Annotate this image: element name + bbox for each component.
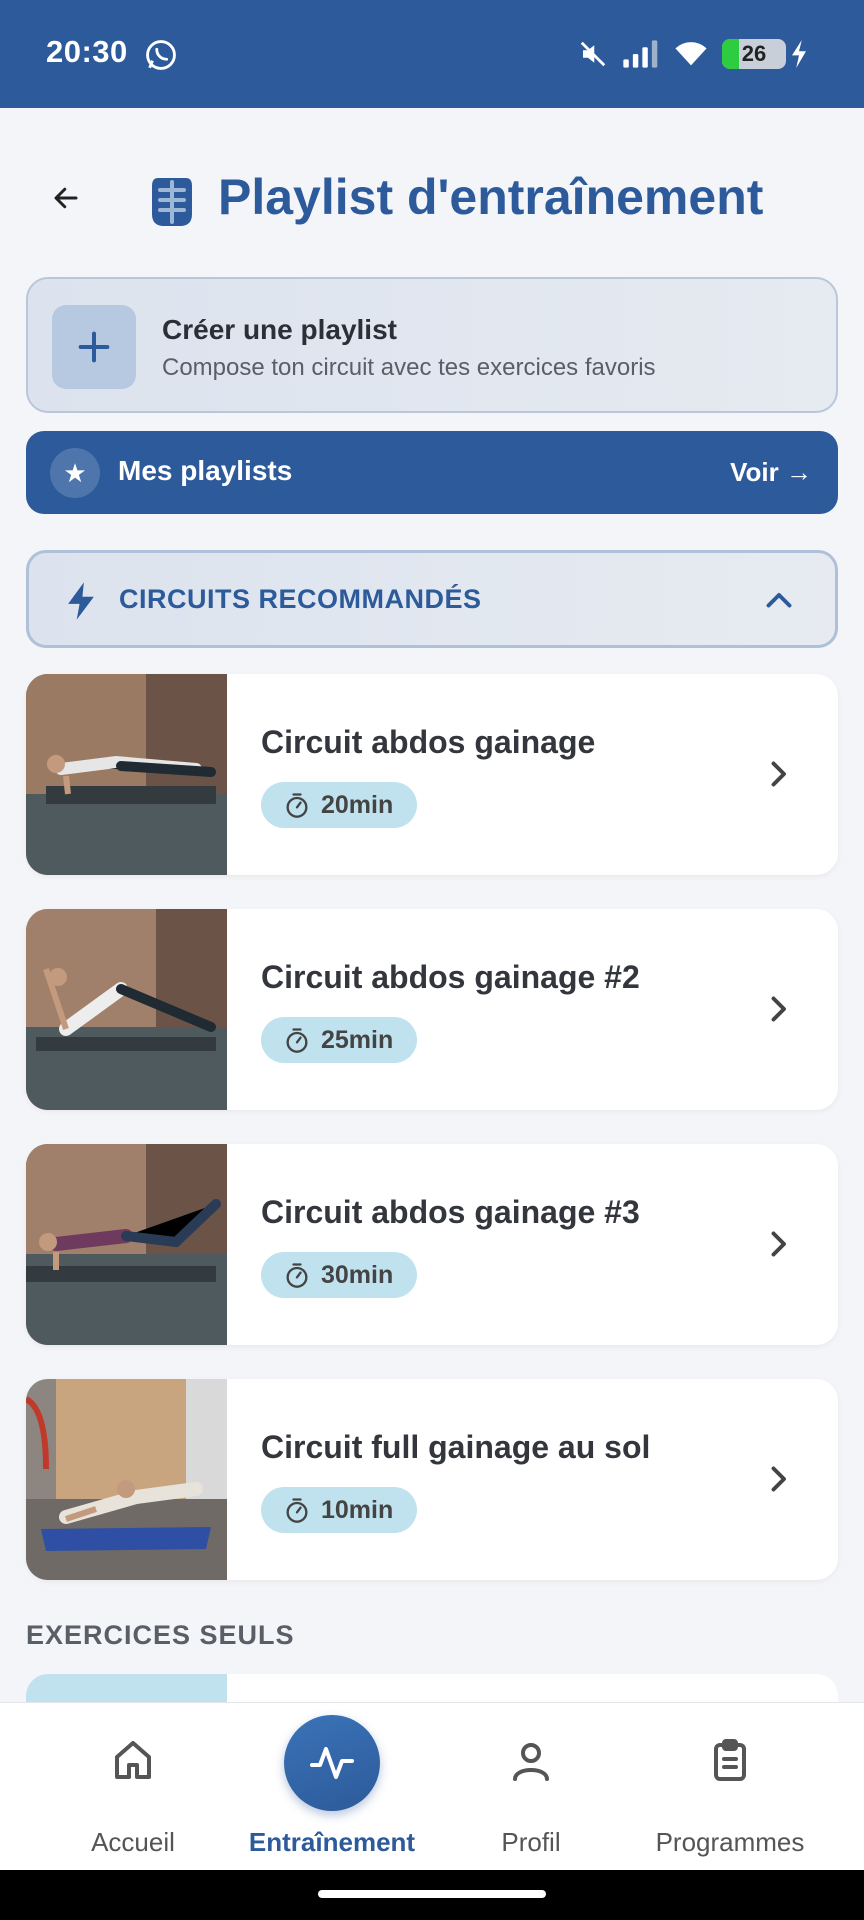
my-playlists-button[interactable]: ★ Mes playlists Voir → — [26, 431, 838, 514]
circuit-card[interactable]: Circuit abdos gainage #3 30min — [26, 1144, 838, 1345]
stopwatch-icon — [286, 1263, 308, 1288]
wifi-icon — [675, 42, 707, 66]
nav-label-training: Entraînement — [248, 1827, 416, 1857]
chevron-right-icon — [771, 761, 786, 787]
duration-badge: 10min — [261, 1487, 418, 1533]
battery-level: 26 — [741, 41, 767, 66]
recommended-circuits-header[interactable]: CIRCUITS RECOMMANDÉS — [26, 550, 838, 648]
stopwatch-icon — [286, 793, 308, 818]
chevron-right-icon — [771, 1466, 786, 1492]
status-time: 20:30 — [46, 34, 128, 69]
circuit-thumbnail — [26, 1379, 227, 1580]
nav-item-profile[interactable]: Profil — [431, 1703, 631, 1871]
user-icon — [513, 1743, 549, 1781]
charging-icon — [792, 40, 806, 68]
battery-fill — [722, 39, 739, 69]
create-playlist-title: Créer une playlist — [162, 314, 397, 345]
whatsapp-icon — [146, 40, 176, 70]
create-playlist-subtitle: Compose ton circuit avec tes exercices f… — [162, 354, 656, 381]
nav-item-training[interactable]: Entraînement — [232, 1703, 432, 1871]
duration-text: 10min — [321, 1495, 394, 1524]
chevron-right-icon — [771, 1231, 786, 1257]
home-icon — [115, 1741, 151, 1779]
stopwatch-icon — [286, 1028, 308, 1053]
nav-active-indicator — [284, 1715, 380, 1811]
circuit-card[interactable]: Circuit abdos gainage #2 25min — [26, 909, 838, 1110]
plus-icon — [52, 305, 136, 389]
circuit-title: Circuit abdos gainage — [261, 724, 596, 760]
back-button[interactable] — [44, 176, 88, 220]
clipboard-icon — [714, 1739, 746, 1781]
circuit-title: Circuit full gainage au sol — [261, 1429, 651, 1465]
mute-icon — [580, 41, 606, 67]
chevron-right-icon — [771, 996, 786, 1022]
circuit-thumbnail — [26, 1144, 227, 1345]
chevron-up-icon[interactable] — [761, 583, 797, 619]
see-playlists-link[interactable]: Voir → — [730, 457, 812, 488]
circuit-card[interactable]: Circuit abdos gainage 20min — [26, 674, 838, 875]
page-title: Playlist d'entraînement — [218, 169, 764, 225]
recommended-label: CIRCUITS RECOMMANDÉS — [119, 584, 482, 614]
circuit-card[interactable]: Circuit full gainage au sol 10min — [26, 1379, 838, 1580]
duration-text: 30min — [321, 1260, 394, 1289]
single-exercises-label: EXERCICES SEULS — [26, 1620, 295, 1650]
nav-label-home: Accueil — [91, 1827, 175, 1857]
circuit-thumbnail — [26, 674, 227, 875]
bottom-navigation: Accueil Entraînement Profil Programmes — [0, 1702, 864, 1870]
star-icon: ★ — [50, 448, 100, 498]
duration-badge: 30min — [261, 1252, 418, 1298]
signal-icon — [623, 40, 658, 68]
arrow-left-icon — [54, 187, 78, 209]
home-indicator[interactable] — [318, 1890, 546, 1898]
status-icons: 26 — [578, 36, 808, 72]
circuit-title: Circuit abdos gainage #3 — [261, 1194, 640, 1230]
nav-label-profile: Profil — [501, 1827, 561, 1857]
guard-icon — [152, 178, 192, 226]
nav-label-programs: Programmes — [655, 1827, 805, 1857]
circuit-thumbnail — [26, 909, 227, 1110]
duration-badge: 20min — [261, 782, 418, 828]
stopwatch-icon — [286, 1498, 308, 1523]
nav-item-home[interactable]: Accueil — [33, 1703, 233, 1871]
nav-item-programs[interactable]: Programmes — [630, 1703, 830, 1871]
duration-badge: 25min — [261, 1017, 418, 1063]
system-gesture-bar — [0, 1870, 864, 1920]
status-bar: 20:30 26 — [0, 0, 864, 108]
circuit-title: Circuit abdos gainage #2 — [261, 959, 640, 995]
duration-text: 25min — [321, 1025, 394, 1054]
activity-icon — [310, 1747, 354, 1779]
create-playlist-card[interactable]: Créer une playlist Compose ton circuit a… — [26, 277, 838, 413]
lightning-icon — [68, 582, 94, 620]
duration-text: 20min — [321, 790, 394, 819]
battery-icon: 26 — [722, 39, 786, 69]
my-playlists-label: Mes playlists — [118, 455, 293, 486]
